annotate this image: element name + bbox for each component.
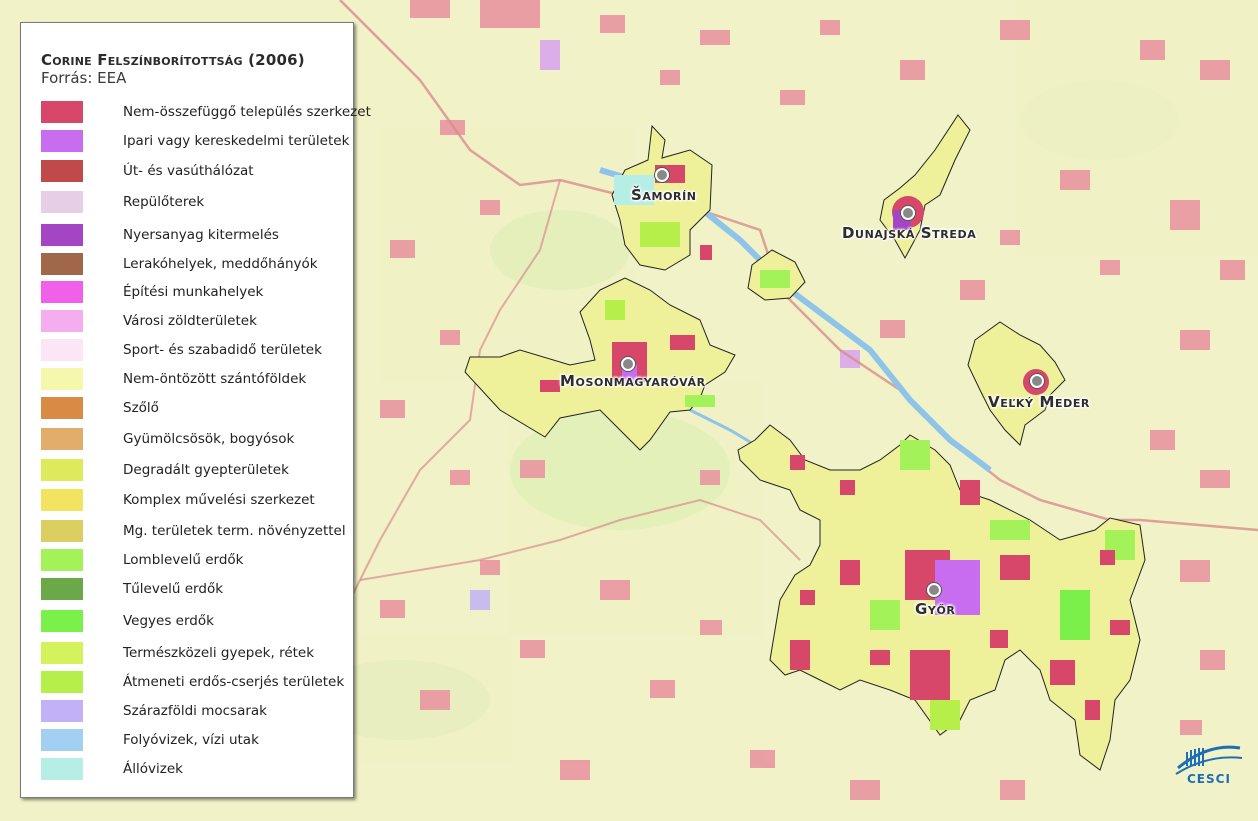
mosonmagyarovar-label: Mosonmagyaróvár [560,372,706,390]
logo-text: CESCI [1187,772,1231,786]
legend-panel: Corine Felszínborítottság (2006) Forrás:… [20,22,371,798]
legend-label: Szárazföldi mocsarak [123,703,267,719]
legend-label: Szőlő [123,400,159,416]
legend-item: Átmeneti erdős-cserjés területek [41,671,351,695]
velky-meder-label: Veľký Meder [988,393,1090,411]
samorin-marker [655,168,669,182]
legend-label: Nem-öntözött szántóföldek [123,371,307,387]
legend-label: Út- és vasúthálózat [123,163,254,179]
legend-item: Állóvizek [41,758,351,782]
legend-swatch [41,130,83,152]
legend-item: Nem-összefüggő település szerkezet [41,101,371,125]
legend-title: Corine Felszínborítottság (2006) [41,51,305,69]
legend-item: Tűlevelű erdők [41,578,351,602]
legend-label: Gyümölcsösök, bogyósok [123,431,295,447]
legend-label: Városi zöldterületek [123,313,257,329]
legend-swatch [41,101,83,123]
mosonmagyarovar-marker [621,357,635,371]
legend-source: Forrás: EEA [41,69,127,87]
legend-item: Vegyes erdők [41,610,351,634]
legend-label: Folyóvizek, vízi utak [123,732,259,748]
legend-label: Degradált gyepterületek [123,462,289,478]
legend-swatch [41,549,83,571]
legend-label: Mg. területek term. növényzettel [123,523,346,539]
legend-item: Természközeli gyepek, rétek [41,642,351,666]
legend-swatch [41,520,83,542]
legend-item: Nyersanyag kitermelés [41,224,351,248]
legend-swatch [41,610,83,632]
legend-item: Ipari vagy kereskedelmi területek [41,130,351,154]
legend-label: Természközeli gyepek, rétek [123,645,315,661]
legend-item: Szárazföldi mocsarak [41,700,351,724]
legend-item: Nem-öntözött szántóföldek [41,368,351,392]
legend-item: Lerakóhelyek, meddőhányók [41,253,351,277]
legend-swatch [41,191,83,213]
legend-item: Sport- és szabadidő területek [41,339,351,363]
legend-swatch [41,281,83,303]
legend-swatch [41,368,83,390]
gyor-marker [927,583,941,597]
legend-label: Lerakóhelyek, meddőhányók [123,256,318,272]
samorin-label: Šamorín [631,186,697,204]
legend-item: Építési munkahelyek [41,281,351,305]
map-canvas: Šamorín Dunajská Streda Mosonmagyaróvár … [0,0,1258,821]
legend-label: Lomblevelű erdők [123,552,244,568]
legend-swatch [41,397,83,419]
legend-item: Komplex művelési szerkezet [41,489,351,513]
legend-swatch [41,339,83,361]
legend-label: Állóvizek [123,761,183,777]
legend-label: Átmeneti erdős-cserjés területek [123,674,345,690]
legend-item: Szőlő [41,397,351,421]
legend-label: Nem-összefüggő település szerkezet [123,104,371,120]
legend-item: Mg. területek term. növényzettel [41,520,351,544]
legend-swatch [41,671,83,693]
legend-item: Út- és vasúthálózat [41,160,351,184]
legend-swatch [41,758,83,780]
legend-label: Nyersanyag kitermelés [123,227,279,243]
legend-item: Lomblevelű erdők [41,549,351,573]
legend-label: Komplex művelési szerkezet [123,492,315,508]
cesci-logo-icon [1175,745,1243,775]
gyor-label: Győr [915,600,956,618]
dunajska-streda-label: Dunajská Streda [842,224,977,242]
legend-item: Gyümölcsösök, bogyósok [41,428,351,452]
legend-swatch [41,224,83,246]
legend-swatch [41,160,83,182]
legend-swatch [41,489,83,511]
legend-item: Degradált gyepterületek [41,459,351,483]
dunajska-streda-marker [901,206,915,220]
legend-label: Építési munkahelyek [123,284,264,300]
legend-swatch [41,459,83,481]
legend-item: Városi zöldterületek [41,310,351,334]
legend-item: Repülőterek [41,191,351,215]
legend-label: Tűlevelű erdők [123,581,224,597]
legend-swatch [41,310,83,332]
legend-label: Repülőterek [123,194,205,210]
legend-swatch [41,729,83,751]
legend-swatch [41,642,83,664]
velky-meder-marker [1030,374,1044,388]
legend-label: Sport- és szabadidő területek [123,342,322,358]
legend-swatch [41,428,83,450]
legend-label: Ipari vagy kereskedelmi területek [123,133,350,149]
legend-swatch [41,700,83,722]
legend-label: Vegyes erdők [123,613,214,629]
legend-swatch [41,253,83,275]
legend-item: Folyóvizek, vízi utak [41,729,351,753]
legend-swatch [41,578,83,600]
